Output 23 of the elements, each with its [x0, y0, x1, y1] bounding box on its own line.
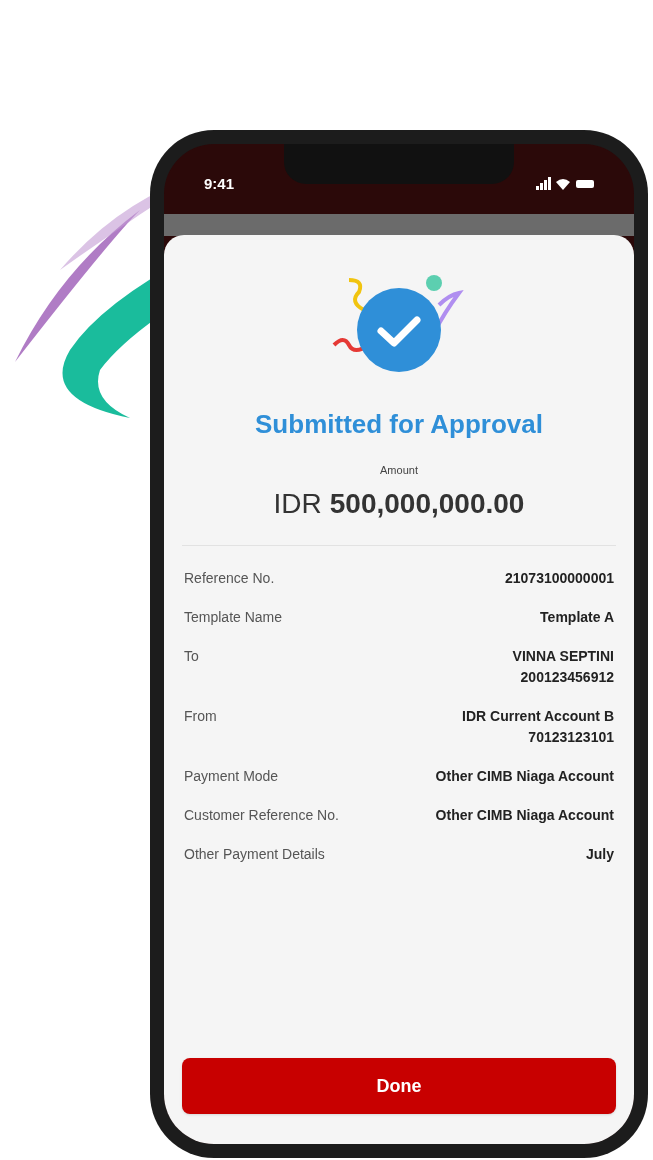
done-button[interactable]: Done: [182, 1058, 616, 1114]
detail-label: To: [184, 646, 199, 666]
status-icons: [536, 177, 594, 191]
detail-label: Other Payment Details: [184, 844, 325, 864]
result-title: Submitted for Approval: [254, 408, 544, 441]
detail-value: IDR Current Account B: [462, 706, 614, 726]
detail-value: Other CIMB Niaga Account: [435, 766, 614, 786]
amount-value: 500,000,000.00: [329, 486, 525, 521]
status-time: 9:41: [204, 173, 235, 194]
amount-label: Amount: [379, 463, 419, 478]
detail-label: Template Name: [184, 607, 283, 627]
detail-value: Other CIMB Niaga Account: [435, 805, 614, 825]
detail-value: Template A: [540, 607, 614, 627]
detail-label: Customer Reference No.: [184, 805, 339, 825]
amount-currency: IDR: [273, 486, 322, 521]
detail-value: VINNA SEPTINI: [512, 646, 614, 666]
detail-value: July: [586, 844, 614, 864]
detail-label: Payment Mode: [184, 766, 279, 786]
detail-label: Reference No.: [184, 568, 275, 588]
detail-value: 70123123101: [528, 727, 614, 747]
detail-value: 21073100000001: [505, 568, 614, 588]
detail-label: From: [184, 706, 217, 726]
detail-value: 200123456912: [520, 667, 614, 687]
